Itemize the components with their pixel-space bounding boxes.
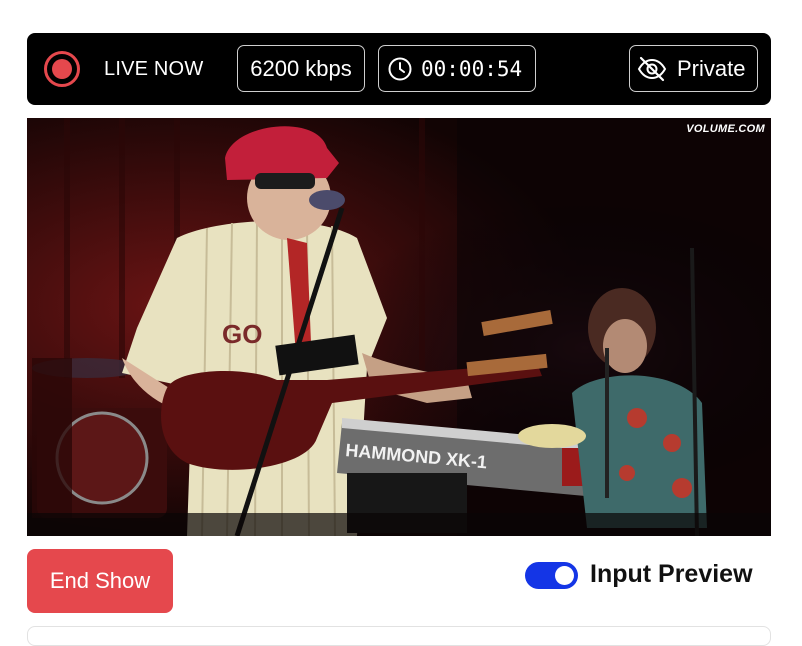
bitrate-badge: 6200 kbps — [237, 45, 365, 92]
video-watermark: VOLUME.COM — [686, 123, 765, 135]
input-preview-toggle[interactable] — [525, 562, 578, 589]
end-show-button[interactable]: End Show — [27, 549, 173, 613]
stage-performance-frame: GO HAMMOND XK-1 — [27, 118, 771, 536]
bitrate-value: 6200 kbps — [250, 55, 352, 81]
record-icon — [44, 51, 80, 87]
input-preview-label: Input Preview — [590, 560, 753, 588]
privacy-button[interactable]: Private — [629, 45, 758, 92]
toggle-knob — [555, 566, 574, 585]
bottom-panel — [27, 626, 771, 646]
elapsed-time-value: 00:00:54 — [421, 56, 523, 81]
elapsed-time-badge: 00:00:54 — [378, 45, 536, 92]
live-status-label: LIVE NOW — [104, 58, 204, 80]
live-video-preview: GO HAMMOND XK-1 VOLUME.COM — [27, 118, 771, 536]
svg-text:GO: GO — [222, 319, 262, 349]
stream-status-bar: LIVE NOW 6200 kbps 00:00:54 Private — [27, 33, 771, 105]
clock-icon — [388, 57, 412, 80]
eye-off-icon — [637, 56, 667, 81]
privacy-label: Private — [677, 55, 746, 81]
